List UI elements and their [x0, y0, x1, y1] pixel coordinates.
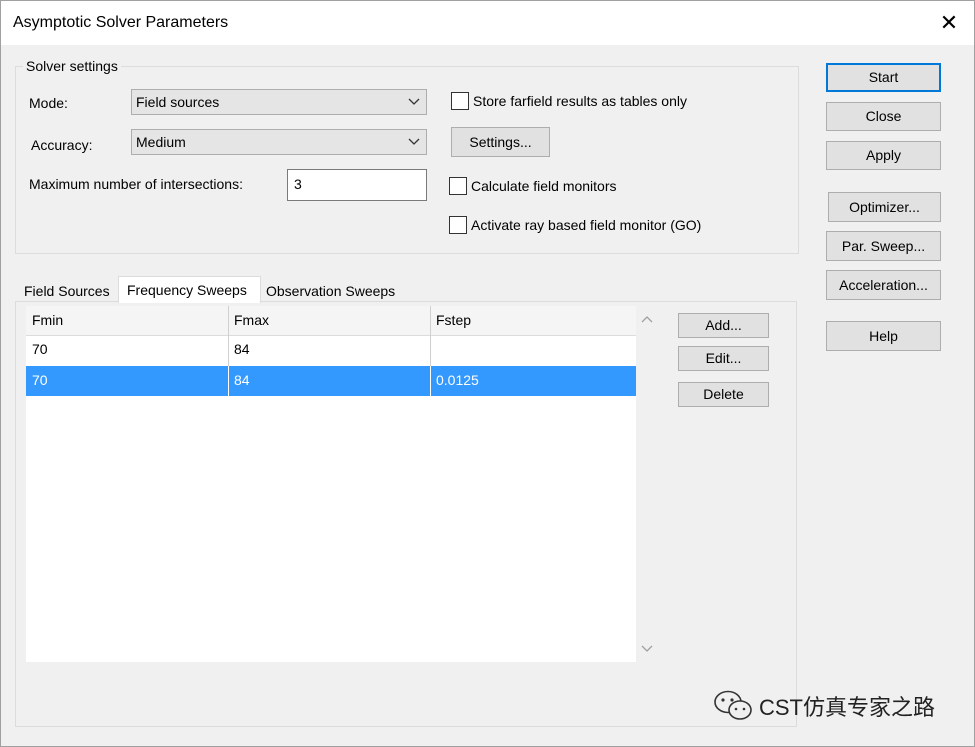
- optimizer-button[interactable]: Optimizer...: [828, 192, 941, 222]
- solver-settings-legend: Solver settings: [23, 58, 121, 74]
- checkbox-box[interactable]: [449, 216, 467, 234]
- column-header-fstep[interactable]: Fstep: [430, 312, 471, 328]
- max-intersections-label: Maximum number of intersections:: [29, 176, 243, 192]
- accuracy-value: Medium: [136, 134, 186, 150]
- scroll-up-icon[interactable]: [641, 314, 653, 324]
- chevron-down-icon: [408, 138, 420, 145]
- settings-button[interactable]: Settings...: [451, 127, 550, 157]
- table-header: [26, 306, 636, 336]
- calc-field-monitors-checkbox[interactable]: Calculate field monitors: [449, 177, 617, 195]
- checkbox-box[interactable]: [449, 177, 467, 195]
- delete-button[interactable]: Delete: [678, 382, 769, 407]
- par-sweep-button[interactable]: Par. Sweep...: [826, 231, 941, 261]
- ray-field-monitor-checkbox[interactable]: Activate ray based field monitor (GO): [449, 216, 701, 234]
- dialog-window: Asymptotic Solver Parameters ✕ Solver se…: [0, 0, 975, 747]
- add-button[interactable]: Add...: [678, 313, 769, 338]
- close-icon[interactable]: ✕: [931, 7, 967, 39]
- tab-observation-sweeps[interactable]: Observation Sweeps: [266, 283, 395, 299]
- accuracy-select[interactable]: Medium: [131, 129, 427, 155]
- watermark-text: CST仿真专家之路: [759, 695, 936, 720]
- close-button[interactable]: Close: [826, 102, 941, 131]
- table-row-1-fmax[interactable]: 84: [228, 372, 250, 388]
- table-row-1-fmin[interactable]: 70: [26, 372, 48, 388]
- tab-field-sources[interactable]: Field Sources: [24, 283, 110, 299]
- max-intersections-input[interactable]: [294, 176, 414, 192]
- sweep-table[interactable]: Fmin Fmax Fstep 70 84 70 84 0.0125: [26, 306, 636, 662]
- table-row-0-fmax[interactable]: 84: [228, 341, 250, 357]
- chevron-down-icon: [408, 98, 420, 105]
- wechat-logo-icon: [714, 690, 752, 720]
- mode-value: Field sources: [136, 94, 220, 110]
- acceleration-button[interactable]: Acceleration...: [826, 270, 941, 300]
- store-farfield-checkbox[interactable]: Store farfield results as tables only: [451, 92, 687, 110]
- table-row-0-fmin[interactable]: 70: [26, 341, 48, 357]
- mode-select[interactable]: Field sources: [131, 89, 427, 115]
- accuracy-label: Accuracy:: [31, 137, 93, 153]
- ray-field-monitor-label: Activate ray based field monitor (GO): [471, 217, 702, 233]
- help-button[interactable]: Help: [826, 321, 941, 351]
- title-bar: Asymptotic Solver Parameters ✕: [1, 1, 974, 45]
- start-button[interactable]: Start: [826, 63, 941, 92]
- calc-field-monitors-label: Calculate field monitors: [471, 178, 617, 194]
- column-header-fmax[interactable]: Fmax: [228, 312, 269, 328]
- edit-button[interactable]: Edit...: [678, 346, 769, 371]
- table-row-1-fstep[interactable]: 0.0125: [430, 372, 479, 388]
- tab-frequency-sweeps[interactable]: Frequency Sweeps: [118, 276, 261, 303]
- store-farfield-label: Store farfield results as tables only: [473, 93, 687, 109]
- scroll-down-icon[interactable]: [641, 644, 653, 654]
- checkbox-box[interactable]: [451, 92, 469, 110]
- column-header-fmin[interactable]: Fmin: [26, 312, 63, 328]
- mode-label: Mode:: [29, 95, 68, 111]
- apply-button[interactable]: Apply: [826, 141, 941, 170]
- watermark: CST仿真专家之路: [713, 689, 935, 723]
- table-row-selected[interactable]: [26, 366, 636, 396]
- max-intersections-field[interactable]: [287, 169, 427, 201]
- window-title: Asymptotic Solver Parameters: [13, 14, 229, 31]
